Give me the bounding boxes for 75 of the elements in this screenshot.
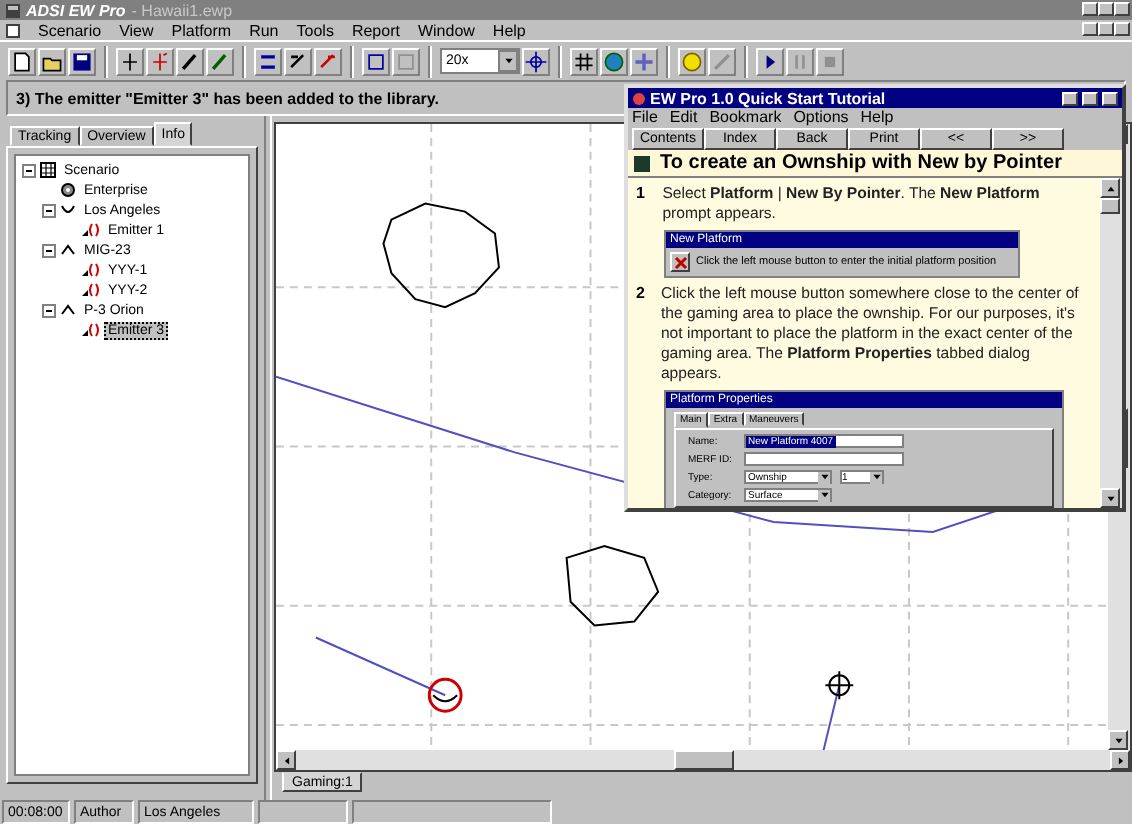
save-icon <box>70 49 94 73</box>
step-number: 1 <box>636 184 647 206</box>
input-field[interactable] <box>744 452 904 466</box>
menu-item[interactable]: Report <box>351 21 400 39</box>
collapse-icon[interactable] <box>42 203 56 217</box>
down-arrow-icon <box>1113 735 1123 746</box>
track-line <box>822 684 841 751</box>
gear-icon <box>60 182 76 198</box>
new-file-icon <box>10 49 34 73</box>
emitter-icon <box>80 282 100 298</box>
document-name: - Hawaii1.ewp <box>131 1 233 19</box>
chevron-icon <box>60 302 76 318</box>
caret-icon <box>871 472 881 482</box>
menu-item[interactable]: Platform <box>171 21 232 39</box>
menu-item[interactable]: Run <box>249 21 279 39</box>
app-icon <box>632 91 646 105</box>
plane-icon <box>118 49 142 73</box>
coastline <box>565 544 660 627</box>
globe-icon <box>602 49 626 73</box>
right-arrow-icon <box>1115 755 1125 766</box>
left-arrow-icon <box>281 755 291 766</box>
menu-item[interactable]: Help <box>492 21 526 39</box>
arrows-icon <box>286 49 310 73</box>
crosshair-symbol[interactable] <box>824 670 855 701</box>
menu-item[interactable]: Bookmark <box>709 108 782 126</box>
ownship-symbol[interactable] <box>427 677 463 713</box>
collapse-icon[interactable] <box>42 243 56 257</box>
message-text: 3) The emitter "Emitter 3" has been added to the library. <box>16 89 439 107</box>
collapse-icon[interactable] <box>42 303 56 317</box>
scrollbar-thumb[interactable] <box>1100 198 1120 214</box>
topic-heading: To create an Ownship with New by Pointer <box>660 152 1062 174</box>
emitter-icon <box>80 222 100 238</box>
caret-icon <box>503 56 513 66</box>
menu-item[interactable]: Options <box>793 108 849 126</box>
menu-item[interactable]: Help <box>860 108 894 126</box>
track-line <box>314 636 447 697</box>
plane-icon <box>148 49 172 73</box>
menu-item[interactable]: File <box>632 108 658 126</box>
down-arrow-icon <box>1105 493 1115 503</box>
grid-icon <box>572 49 596 73</box>
cancel-icon <box>673 255 687 269</box>
step-number: 2 <box>636 284 645 306</box>
emitter-icon <box>80 262 100 278</box>
chevron-icon <box>60 242 76 258</box>
up-arrow-icon <box>1105 183 1115 193</box>
menu-item[interactable]: View <box>119 21 154 39</box>
status-cell <box>258 800 348 824</box>
pen-icon <box>208 49 232 73</box>
square-icon <box>634 155 650 171</box>
coastline <box>382 202 500 309</box>
app-name: ADSI EW Pro <box>26 1 126 19</box>
pen-icon <box>178 49 202 73</box>
menu-item[interactable]: Tools <box>296 21 334 39</box>
menu-item[interactable]: Scenario <box>38 21 102 39</box>
table-icon <box>394 49 418 73</box>
window-title: EW Pro 1.0 Quick Start Tutorial <box>650 89 888 107</box>
crosshair-icon <box>524 49 548 73</box>
collapse-icon[interactable] <box>22 163 36 177</box>
crosshair-icon <box>632 49 656 73</box>
close-button[interactable] <box>1102 91 1118 105</box>
menu-item[interactable]: Window <box>417 21 475 39</box>
toolbar-button[interactable] <box>522 47 550 75</box>
arrows-icon <box>256 49 280 73</box>
minimize-button[interactable] <box>1062 91 1078 105</box>
arrows-icon <box>316 49 340 73</box>
scrollbar-thumb[interactable] <box>673 750 733 771</box>
emitter-icon <box>80 322 100 338</box>
clock-icon <box>680 49 704 73</box>
slash-icon <box>710 49 734 73</box>
menu-item[interactable]: Edit <box>669 108 698 126</box>
vertical-scrollbar[interactable] <box>1100 178 1122 508</box>
grid-icon <box>40 162 56 178</box>
maximize-button[interactable] <box>1082 91 1098 105</box>
horizontal-scrollbar[interactable] <box>276 750 1130 771</box>
table-icon <box>364 49 388 73</box>
